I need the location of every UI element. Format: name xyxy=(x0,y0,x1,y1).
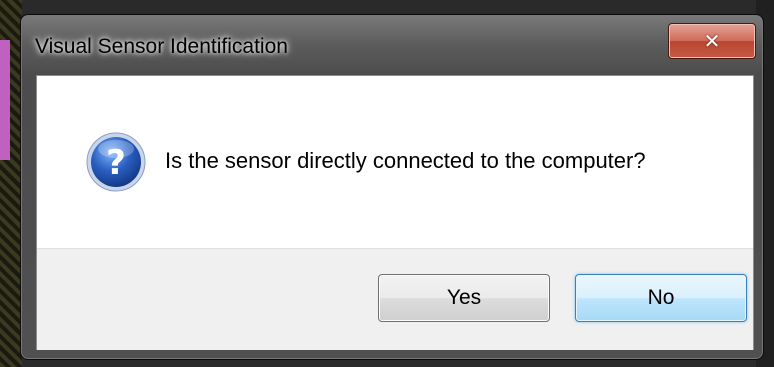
close-button[interactable]: ✕ xyxy=(668,23,756,59)
no-button-label: No xyxy=(647,286,675,309)
dialog-message: Is the sensor directly connected to the … xyxy=(165,148,646,173)
dialog-content: ? Is the sensor directly connected to th… xyxy=(37,76,753,248)
yes-button-label: Yes xyxy=(446,286,482,309)
dialog-title: Visual Sensor Identification xyxy=(35,35,288,58)
dialog-button-bar: Yes No xyxy=(37,248,753,350)
background-app-accent xyxy=(0,40,10,160)
close-icon: ✕ xyxy=(703,29,721,53)
question-icon: ? xyxy=(86,132,146,192)
dialog-client-area: ? Is the sensor directly connected to th… xyxy=(36,75,754,350)
no-button[interactable]: No xyxy=(575,274,747,322)
svg-text:?: ? xyxy=(106,143,126,183)
message-dialog: Visual Sensor Identification ✕ ? Is the … xyxy=(20,14,764,360)
yes-button[interactable]: Yes xyxy=(378,274,550,322)
